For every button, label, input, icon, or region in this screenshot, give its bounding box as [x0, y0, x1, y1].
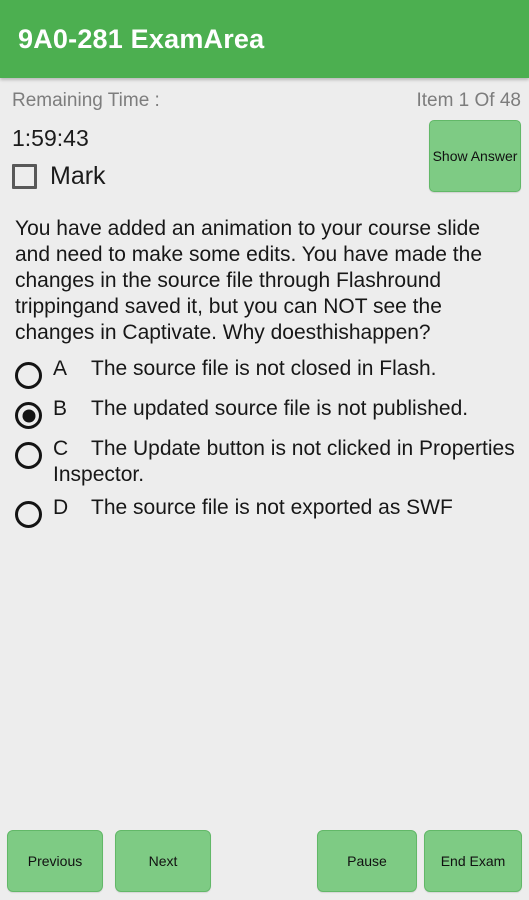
mark-checkbox[interactable]	[12, 164, 37, 189]
remaining-time-label: Remaining Time :	[12, 89, 160, 111]
option-b-letter: B	[53, 397, 68, 420]
option-c[interactable]: C The Update button is not clicked in Pro…	[15, 436, 523, 488]
mark-label: Mark	[50, 162, 106, 190]
option-d-letter: D	[53, 496, 69, 519]
countdown-timer: 1:59:43	[12, 125, 89, 151]
item-counter: Item 1 Of 48	[416, 89, 521, 111]
option-d-text: The source file is not exported as SWF	[91, 496, 453, 519]
option-b[interactable]: B The updated source file is not publishe…	[15, 396, 523, 429]
show-answer-button[interactable]: Show Answer	[429, 120, 521, 192]
end-exam-button[interactable]: End Exam	[424, 830, 522, 892]
option-d-radio[interactable]	[15, 501, 42, 528]
option-c-text: The Update button is not clicked in Prop…	[53, 437, 515, 486]
option-b-text: The updated source file is not published…	[91, 397, 469, 420]
option-b-body: B The updated source file is not publishe…	[42, 396, 523, 422]
timer-and-controls-row: 1:59:43 Mark Show Answer	[0, 118, 529, 210]
question-text: You have added an animation to your cour…	[15, 217, 482, 344]
option-c-radio[interactable]	[15, 442, 42, 469]
option-b-radio[interactable]	[15, 402, 42, 429]
bottom-navigation-bar: Previous Next Pause End Exam	[0, 822, 529, 900]
option-a-body: A The source file is not closed in Flash.	[42, 356, 523, 382]
previous-button[interactable]: Previous	[7, 830, 103, 892]
app-header: 9A0-281 ExamArea	[0, 0, 529, 78]
status-row: Remaining Time : Item 1 Of 48	[0, 82, 529, 118]
pause-button[interactable]: Pause	[317, 830, 417, 892]
option-a-letter: A	[53, 357, 68, 380]
option-c-letter: C	[53, 437, 69, 460]
option-a[interactable]: A The source file is not closed in Flash.	[15, 356, 523, 389]
option-d-body: D The source file is not exported as SWF	[42, 495, 523, 521]
next-button[interactable]: Next	[115, 830, 211, 892]
option-a-radio[interactable]	[15, 362, 42, 389]
option-d[interactable]: D The source file is not exported as SWF	[15, 495, 523, 528]
mark-question-row[interactable]: Mark	[12, 164, 106, 189]
app-title: 9A0-281 ExamArea	[18, 23, 265, 54]
exam-app-screen: 9A0-281 ExamArea Remaining Time : Item 1…	[0, 0, 529, 900]
option-a-text: The source file is not closed in Flash.	[91, 357, 437, 380]
answer-options-list: A The source file is not closed in Flash.…	[0, 356, 529, 535]
option-c-body: C The Update button is not clicked in Pro…	[42, 436, 523, 488]
